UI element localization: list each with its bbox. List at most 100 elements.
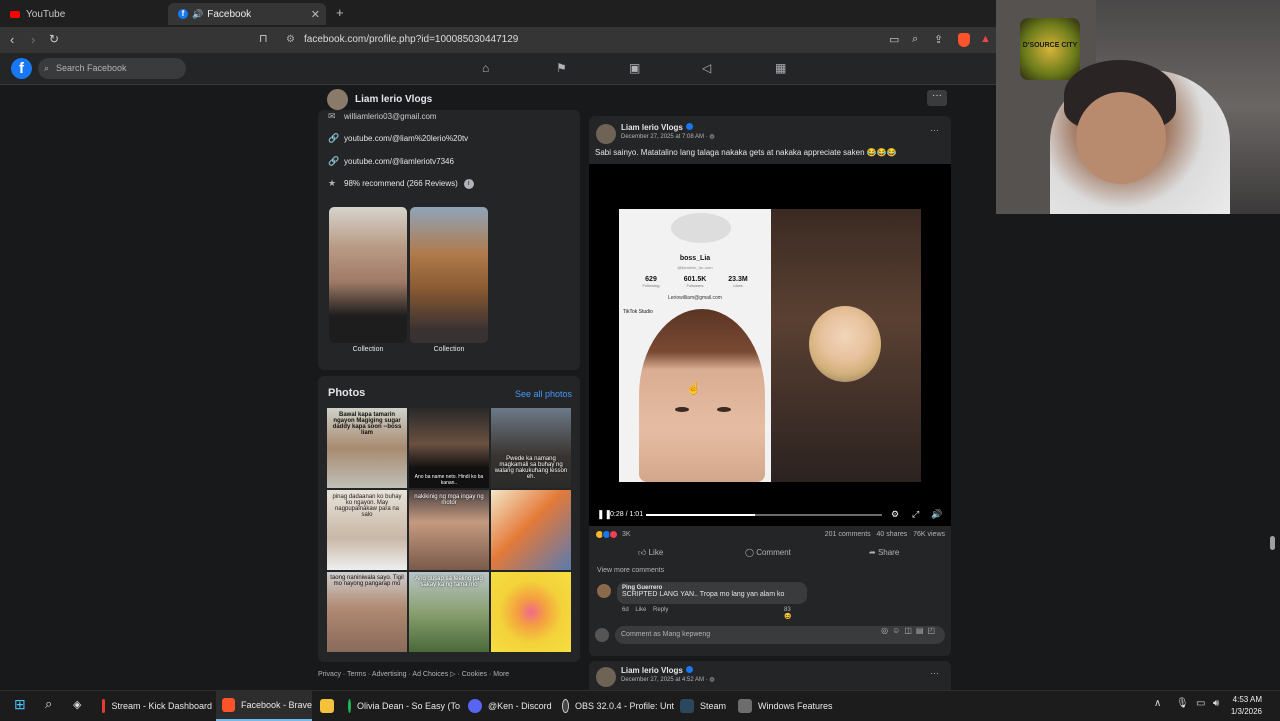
flag-icon[interactable]: ⚑ bbox=[556, 61, 567, 75]
comment-reaction-count[interactable]: 83 😆 bbox=[784, 607, 791, 620]
fullscreen-icon[interactable]: ⤢ bbox=[912, 509, 919, 520]
avatar-sticker-icon[interactable]: ◎ bbox=[881, 626, 892, 635]
collection-thumbnail[interactable] bbox=[329, 207, 407, 343]
reactions-summary[interactable]: 3K bbox=[595, 530, 631, 539]
comment-text: SCRIPTED LANG YAN.. Tropa mo lang yan al… bbox=[622, 591, 785, 598]
post-options-icon[interactable]: ··· bbox=[930, 668, 939, 678]
windows-start-icon[interactable]: ⊞ bbox=[14, 696, 26, 713]
search-input[interactable]: ⌕ Search Facebook bbox=[38, 58, 186, 79]
microphone-icon[interactable]: 🎙︎ bbox=[1176, 698, 1189, 709]
profile-name[interactable]: Liam lerio Vlogs bbox=[355, 94, 432, 105]
photo-thumbnail[interactable]: Ang gusap sa feeling pag sakay ka ng tam… bbox=[409, 572, 489, 652]
taskbar-app[interactable]: Steam bbox=[676, 691, 732, 721]
brave-shields-icon[interactable] bbox=[958, 33, 970, 47]
photo-thumbnail[interactable]: taong naniniwala sayo. Tigil mo nayong p… bbox=[327, 572, 407, 652]
taskbar-app[interactable]: Stream - Kick Dashboard bbox=[96, 691, 212, 721]
share-icon[interactable]: ⇪ bbox=[934, 33, 943, 46]
reload-icon[interactable]: ↻ bbox=[49, 32, 59, 46]
new-tab-icon[interactable]: + bbox=[336, 5, 344, 20]
megaphone-icon[interactable]: ◁ bbox=[702, 61, 711, 75]
reader-mode-icon[interactable]: ▭ bbox=[889, 33, 899, 46]
brave-rewards-icon[interactable]: ▲ bbox=[980, 33, 991, 45]
taskbar-app[interactable]: Facebook - Brave bbox=[216, 691, 312, 721]
avatar[interactable] bbox=[327, 89, 348, 110]
tray-overflow-icon[interactable]: ∧ bbox=[1154, 698, 1161, 709]
verified-icon bbox=[685, 666, 693, 673]
avatar[interactable] bbox=[596, 667, 616, 687]
photo-thumbnail[interactable]: nakikinig ng mga ingay ng motor bbox=[409, 490, 489, 570]
camera-icon[interactable]: ◫ bbox=[904, 626, 916, 635]
tab-youtube[interactable]: YouTube bbox=[0, 3, 166, 25]
tiktok-handle: @liamlerio_tiu..com bbox=[677, 265, 713, 270]
settings-gear-icon[interactable]: ⚙ bbox=[891, 509, 899, 520]
zoom-icon[interactable]: ⌕ bbox=[912, 33, 918, 46]
taskbar-app[interactable]: Olivia Dean - So Easy (To bbox=[344, 691, 460, 721]
emoji-icon[interactable]: ☺ bbox=[892, 626, 904, 635]
see-all-photos-link[interactable]: See all photos bbox=[515, 389, 572, 399]
photo-thumbnail[interactable]: Ano ba name neto. Hindi ko ba kanan.. bbox=[409, 408, 489, 488]
footer-links[interactable]: Privacy · Terms · Advertising · Ad Choic… bbox=[318, 670, 509, 678]
taskbar-app[interactable]: @Ken - Discord bbox=[464, 691, 556, 721]
photo-thumbnail[interactable]: Bawal kapa tamarin ngayon Magiging sugar… bbox=[327, 408, 407, 488]
avatar[interactable] bbox=[596, 124, 616, 144]
comment-button[interactable]: ◯ Comment bbox=[745, 548, 791, 557]
more-options-button[interactable]: ··· bbox=[927, 90, 947, 106]
video-player[interactable]: boss_Lia @liamlerio_tiu..com 629 Followin… bbox=[589, 164, 951, 526]
video-left-panel: boss_Lia @liamlerio_tiu..com 629 Followin… bbox=[619, 209, 771, 482]
system-clock[interactable]: 4:53 AM 1/3/2026 bbox=[1231, 694, 1262, 718]
site-settings-icon[interactable]: ⚙ bbox=[286, 31, 295, 49]
volume-icon[interactable]: 🔊 bbox=[931, 509, 942, 520]
post-card: Liam lerio Vlogs December 27, 2025 at 7:… bbox=[589, 116, 951, 656]
discord-icon bbox=[468, 699, 482, 713]
like-button[interactable]: 👍︎ Like bbox=[638, 548, 663, 558]
volume-icon[interactable]: 🔊︎ bbox=[1213, 698, 1219, 709]
photo-thumbnail[interactable]: Pwede ka namang magkamali sa buhay ng wa… bbox=[491, 408, 571, 488]
comment-like-button[interactable]: Like bbox=[635, 607, 646, 613]
photo-thumbnail[interactable] bbox=[491, 572, 571, 652]
verified-icon bbox=[685, 123, 693, 130]
gif-icon[interactable]: ▤ bbox=[916, 626, 928, 635]
home-icon[interactable]: ⌂ bbox=[482, 61, 489, 75]
speaker-icon[interactable]: 🔊 bbox=[192, 9, 203, 20]
collection-label[interactable]: Collection bbox=[329, 346, 407, 353]
shares-count[interactable]: 40 shares bbox=[877, 531, 908, 538]
comment-reply-button[interactable]: Reply bbox=[653, 607, 668, 613]
view-more-comments-link[interactable]: View more comments bbox=[597, 567, 664, 574]
photo-thumbnail[interactable] bbox=[491, 490, 571, 570]
post-author[interactable]: Liam lerio Vlogs bbox=[621, 123, 693, 132]
comments-count[interactable]: 201 comments bbox=[825, 531, 871, 538]
avatar[interactable] bbox=[597, 584, 611, 598]
back-icon[interactable]: ‹ bbox=[10, 32, 14, 47]
forward-icon[interactable]: › bbox=[31, 32, 35, 47]
url-field[interactable]: ⚙ facebook.com/profile.php?id=1000850304… bbox=[278, 31, 878, 49]
taskbar-app[interactable]: OBS 32.0.4 - Profile: Unt bbox=[558, 691, 674, 721]
globe-icon: ◍ bbox=[709, 677, 715, 683]
search-icon[interactable]: ⌕ bbox=[45, 696, 52, 712]
close-tab-icon[interactable]: ✕ bbox=[311, 8, 320, 21]
scrollbar-thumb[interactable] bbox=[1270, 536, 1275, 550]
steam-tray-icon[interactable]: ◈ bbox=[73, 698, 81, 711]
share-button[interactable]: ➦ Share bbox=[869, 548, 899, 557]
info-icon[interactable]: i bbox=[463, 178, 474, 189]
calendar-icon[interactable]: ▦ bbox=[775, 61, 786, 75]
taskbar-app[interactable]: Windows Features bbox=[734, 691, 834, 721]
tab-facebook[interactable]: f 🔊 Facebook ✕ bbox=[168, 3, 326, 25]
post-author[interactable]: Liam lerio Vlogs bbox=[621, 666, 693, 675]
marketplace-icon[interactable]: ▣ bbox=[629, 61, 640, 75]
facebook-logo-icon[interactable]: f bbox=[11, 58, 32, 79]
comment-composer: Comment as Mang kepweng ◎☺◫▤◰ bbox=[595, 626, 945, 644]
photo-thumbnail[interactable]: pinag dadaanan ko buhay ko ngayon. May n… bbox=[327, 490, 407, 570]
sticker-icon[interactable]: ◰ bbox=[927, 626, 939, 635]
dsource-city-logo: D'SOURCE CITY bbox=[1020, 18, 1080, 80]
collection-thumbnail[interactable] bbox=[410, 207, 488, 343]
video-seek-bar[interactable] bbox=[646, 514, 882, 516]
windows-features-icon bbox=[738, 699, 752, 713]
engagement-counts: 201 comments 40 shares 76K views bbox=[825, 531, 945, 538]
collection-label[interactable]: Collection bbox=[410, 346, 488, 353]
post-date[interactable]: December 27, 2025 at 7:08 AM · ◍ bbox=[621, 133, 715, 140]
post-options-icon[interactable]: ··· bbox=[930, 125, 939, 135]
network-icon[interactable]: ▭ bbox=[1196, 698, 1205, 709]
post-date[interactable]: December 27, 2025 at 4:52 AM · ◍ bbox=[621, 676, 715, 683]
bookmark-icon[interactable]: ⊓ bbox=[259, 32, 268, 45]
taskbar-app[interactable] bbox=[316, 691, 342, 721]
